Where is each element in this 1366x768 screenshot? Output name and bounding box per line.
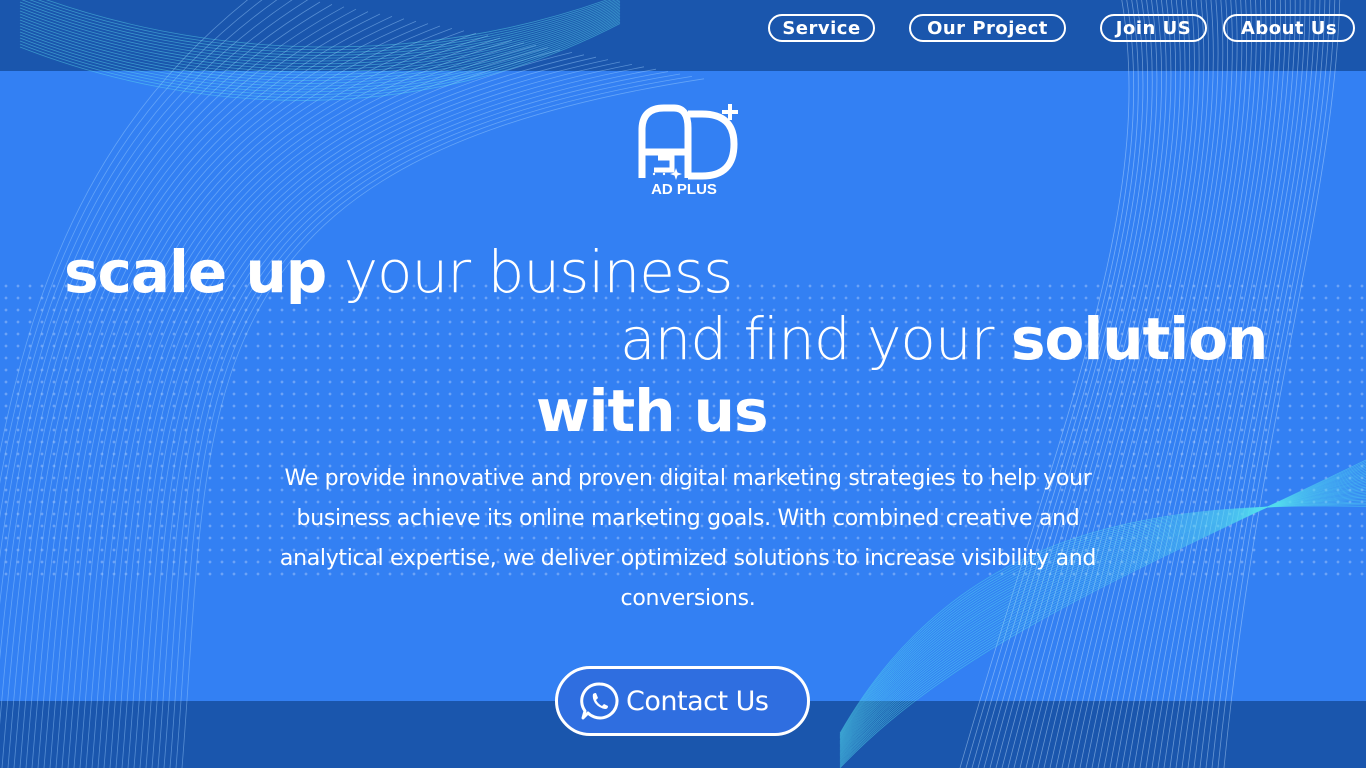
nav-join-us-button[interactable]: Join US (1100, 14, 1207, 42)
nav-about-us-button[interactable]: About Us (1223, 14, 1355, 42)
brand-name: AD PLUS (651, 181, 717, 198)
hero-line-1: scale up your business (64, 238, 734, 306)
hero-line-2: and find your solution (620, 305, 1268, 373)
nav-our-project-button[interactable]: Our Project (909, 14, 1066, 42)
hero-description: We provide innovative and proven digital… (279, 466, 1097, 611)
hero-line-1-light: your business (326, 238, 734, 306)
contact-us-button[interactable]: Contact Us (555, 666, 810, 736)
hero-line-3-bold: with us (536, 377, 768, 445)
nav-service-button[interactable]: Service (768, 14, 875, 42)
contact-us-label: Contact Us (626, 685, 769, 717)
hero-line-3: with us (536, 377, 768, 445)
hero-line-2-light: and find your (620, 305, 1011, 373)
hero-line-2-bold: solution (1010, 305, 1268, 373)
hero-line-1-bold: scale up (64, 238, 327, 306)
whatsapp-icon (580, 682, 619, 720)
